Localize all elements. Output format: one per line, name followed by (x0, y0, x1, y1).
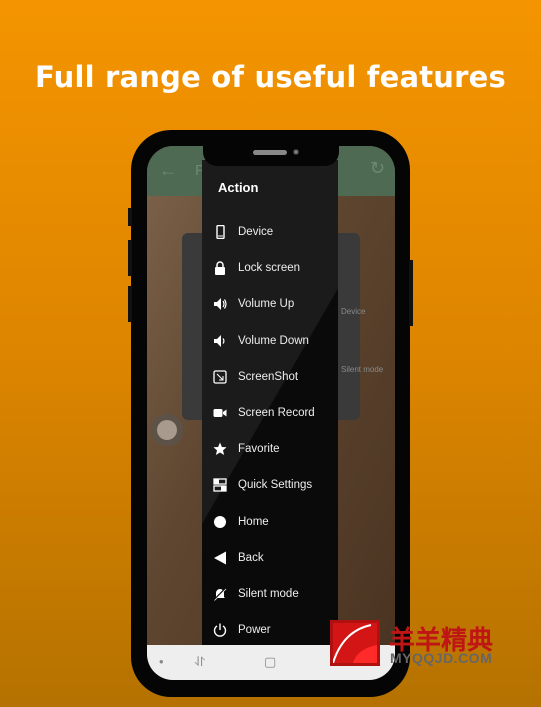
menu-item-label: Device (238, 226, 274, 238)
menu-item-device[interactable]: Device (202, 214, 338, 250)
camera (293, 149, 299, 155)
refresh-icon[interactable]: ↻ (370, 158, 385, 179)
menu-item-home[interactable]: Home (202, 504, 338, 540)
phone-notch (203, 146, 339, 166)
action-menu: Action Device Lock screen Volume Up Volume … (202, 160, 338, 650)
dot-icon: • (159, 654, 164, 669)
menu-item-power[interactable]: Power (202, 612, 338, 648)
menu-item-favorite[interactable]: Favorite (202, 431, 338, 467)
menu-item-screen-record[interactable]: Screen Record (202, 395, 338, 431)
menu-item-silent-mode[interactable]: Silent mode (202, 576, 338, 612)
headline: Full range of useful features (35, 60, 506, 94)
menu-title: Action (218, 180, 259, 195)
menu-item-label: Home (238, 515, 269, 528)
menu-item-label: Volume Down (238, 334, 309, 347)
phone-side-button (128, 286, 132, 322)
menu-item-label: ScreenShot (238, 370, 299, 383)
home-icon[interactable]: ▢ (264, 654, 276, 670)
quick-settings-icon (202, 478, 238, 493)
floating-assistive-button[interactable] (151, 414, 183, 446)
phone-side-button (128, 208, 132, 226)
menu-item-label: Screen Record (238, 407, 315, 419)
volume-up-icon (202, 297, 238, 311)
lock-icon (202, 261, 238, 276)
phone-side-button (128, 240, 132, 276)
watermark-url: MYQQJD.COM (390, 650, 493, 666)
menu-item-volume-down[interactable]: Volume Down (202, 323, 338, 359)
arrow-left-icon[interactable]: ← (159, 160, 177, 181)
menu-item-label: Back (238, 551, 264, 564)
menu-item-lock-screen[interactable]: Lock screen (202, 250, 338, 286)
circle-icon (202, 515, 238, 529)
menu-item-screenshot[interactable]: ScreenShot (202, 359, 338, 395)
phone-icon (202, 225, 238, 239)
video-camera-icon (202, 406, 238, 420)
menu-item-label: Volume Up (238, 298, 295, 311)
phone-power-button (409, 260, 413, 326)
watermark-logo (330, 620, 380, 666)
menu-item-label: Power (238, 624, 271, 637)
triangle-left-icon (202, 551, 238, 565)
screenshot-icon (202, 370, 238, 384)
star-icon (202, 442, 238, 456)
volume-down-icon (202, 334, 238, 348)
menu-item-label: Silent mode (238, 588, 299, 600)
menu-item-quick-settings[interactable]: Quick Settings (202, 467, 338, 503)
bell-off-icon (202, 587, 238, 601)
power-icon (202, 623, 238, 637)
menu-item-volume-up[interactable]: Volume Up (202, 286, 338, 322)
speaker (253, 150, 287, 155)
phone-screen: ← F ↻ Device Silent mode Action Device Lo… (147, 146, 395, 680)
recents-icon[interactable]: ⥯ (195, 654, 205, 670)
menu-item-back[interactable]: Back (202, 540, 338, 576)
menu-item-label: Favorite (238, 443, 280, 456)
dialog-label: Silent mode (341, 365, 384, 374)
menu-item-label: Quick Settings (238, 479, 313, 492)
phone-mockup: ← F ↻ Device Silent mode Action Device Lo… (128, 130, 413, 697)
menu-item-label: Lock screen (238, 262, 301, 275)
dialog-label: Device (341, 307, 366, 316)
